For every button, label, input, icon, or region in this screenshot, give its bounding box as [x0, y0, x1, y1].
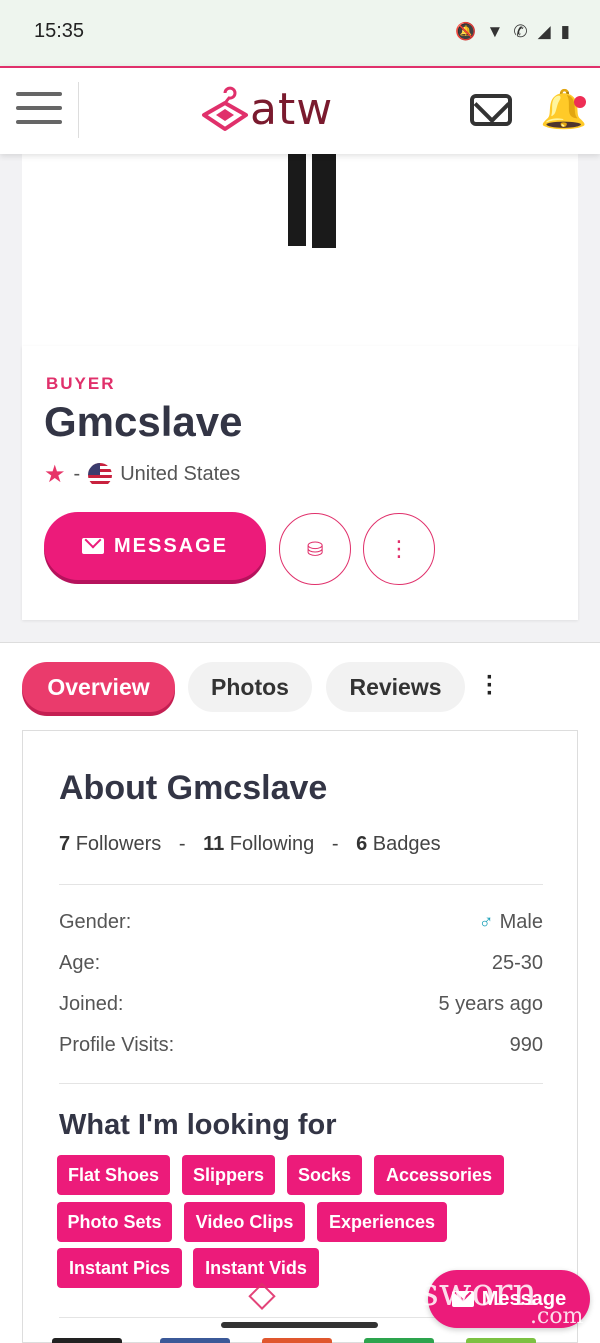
status-icons: 🔕 ▼ ✆ ◢ ▮ [455, 22, 570, 42]
app-header: atw 🔔 [0, 66, 600, 154]
tip-button[interactable]: ⛁ [279, 513, 351, 585]
tag-socks[interactable]: Socks [287, 1155, 362, 1195]
tag-photo-sets[interactable]: Photo Sets [57, 1202, 172, 1242]
tab-reviews[interactable]: Reviews [326, 662, 465, 712]
following-count: 11 [203, 833, 225, 855]
more-vertical-icon: ⋮ [388, 536, 410, 561]
username: Gmcslave [44, 398, 243, 445]
logo[interactable]: atw [200, 84, 333, 135]
notification-bell-icon[interactable]: 🔔 [540, 88, 587, 132]
badges-count: 6 [356, 833, 368, 855]
detail-row-age: Age: 25-30 [59, 952, 543, 974]
tab-photos[interactable]: Photos [188, 662, 312, 712]
battery-icon: ▮ [560, 22, 570, 41]
logo-text: atw [250, 84, 334, 135]
status-bar: 15:35 🔕 ▼ ✆ ◢ ▮ [0, 0, 600, 66]
about-title: About Gmcslave [59, 769, 328, 807]
profile-card: BUYER Gmcslave ★ - United States MESSAGE… [22, 346, 578, 620]
followers-label[interactable]: Followers [76, 833, 162, 855]
followers-count: 7 [59, 833, 71, 855]
watermark-suffix: .com [530, 1304, 584, 1329]
header-divider [78, 82, 79, 138]
role-label: BUYER [46, 374, 116, 393]
share-button-peek[interactable] [262, 1338, 332, 1343]
watermark-logo-icon: ⬦ [248, 1272, 276, 1316]
male-icon: ♂ [478, 911, 494, 933]
hanger-logo-icon [202, 86, 248, 131]
rating-value: - [73, 463, 81, 485]
divider [59, 884, 543, 885]
more-options-button[interactable]: ⋮ [363, 513, 435, 585]
looking-for-title: What I'm looking for [59, 1109, 337, 1141]
detail-row-gender: Gender: ♂ Male [59, 911, 543, 933]
mute-icon: 🔕 [455, 22, 477, 41]
profile-photo[interactable] [22, 150, 578, 346]
following-label[interactable]: Following [230, 833, 314, 855]
call-icon: ✆ [513, 22, 528, 41]
coins-icon: ⛁ [306, 538, 324, 561]
badges-label[interactable]: Badges [373, 833, 441, 855]
tag-flat-shoes[interactable]: Flat Shoes [57, 1155, 170, 1195]
envelope-icon [81, 538, 104, 554]
divider [59, 1083, 543, 1084]
detail-row-visits: Profile Visits: 990 [59, 1034, 543, 1056]
mail-icon[interactable] [470, 94, 512, 126]
menu-icon[interactable] [16, 92, 62, 128]
detail-row-joined: Joined: 5 years ago [59, 993, 543, 1015]
tabs-more-icon[interactable]: · · · [486, 666, 494, 706]
watermark-text: gsworn [395, 1270, 537, 1314]
wifi-icon: ▼ [486, 22, 504, 41]
share-button-peek[interactable] [52, 1338, 122, 1343]
country: United States [120, 463, 241, 485]
message-button-label: MESSAGE [113, 534, 229, 557]
status-time: 15:35 [34, 20, 85, 42]
tag-slippers[interactable]: Slippers [182, 1155, 275, 1195]
message-button[interactable]: MESSAGE [44, 512, 266, 580]
profile-meta: ★ - United States [44, 460, 240, 489]
photo-object-right [312, 150, 336, 248]
gesture-bar[interactable] [221, 1322, 378, 1328]
follow-stats: 7 Followers - 11 Following - 6 Badges [59, 833, 441, 855]
share-button-peek[interactable] [466, 1338, 536, 1343]
star-icon: ★ [44, 461, 66, 488]
signal-icon: ◢ [537, 22, 551, 41]
photo-object-left [288, 150, 306, 246]
tag-experiences[interactable]: Experiences [317, 1202, 447, 1242]
tag-accessories[interactable]: Accessories [374, 1155, 504, 1195]
share-button-peek[interactable] [160, 1338, 230, 1343]
us-flag-icon [88, 462, 113, 487]
about-card: About Gmcslave 7 Followers - 11 Followin… [22, 730, 578, 1343]
notification-dot [574, 96, 586, 108]
tag-video-clips[interactable]: Video Clips [184, 1202, 305, 1242]
tag-instant-pics[interactable]: Instant Pics [57, 1248, 182, 1288]
tab-overview[interactable]: Overview [22, 662, 175, 712]
share-button-peek[interactable] [364, 1338, 434, 1343]
